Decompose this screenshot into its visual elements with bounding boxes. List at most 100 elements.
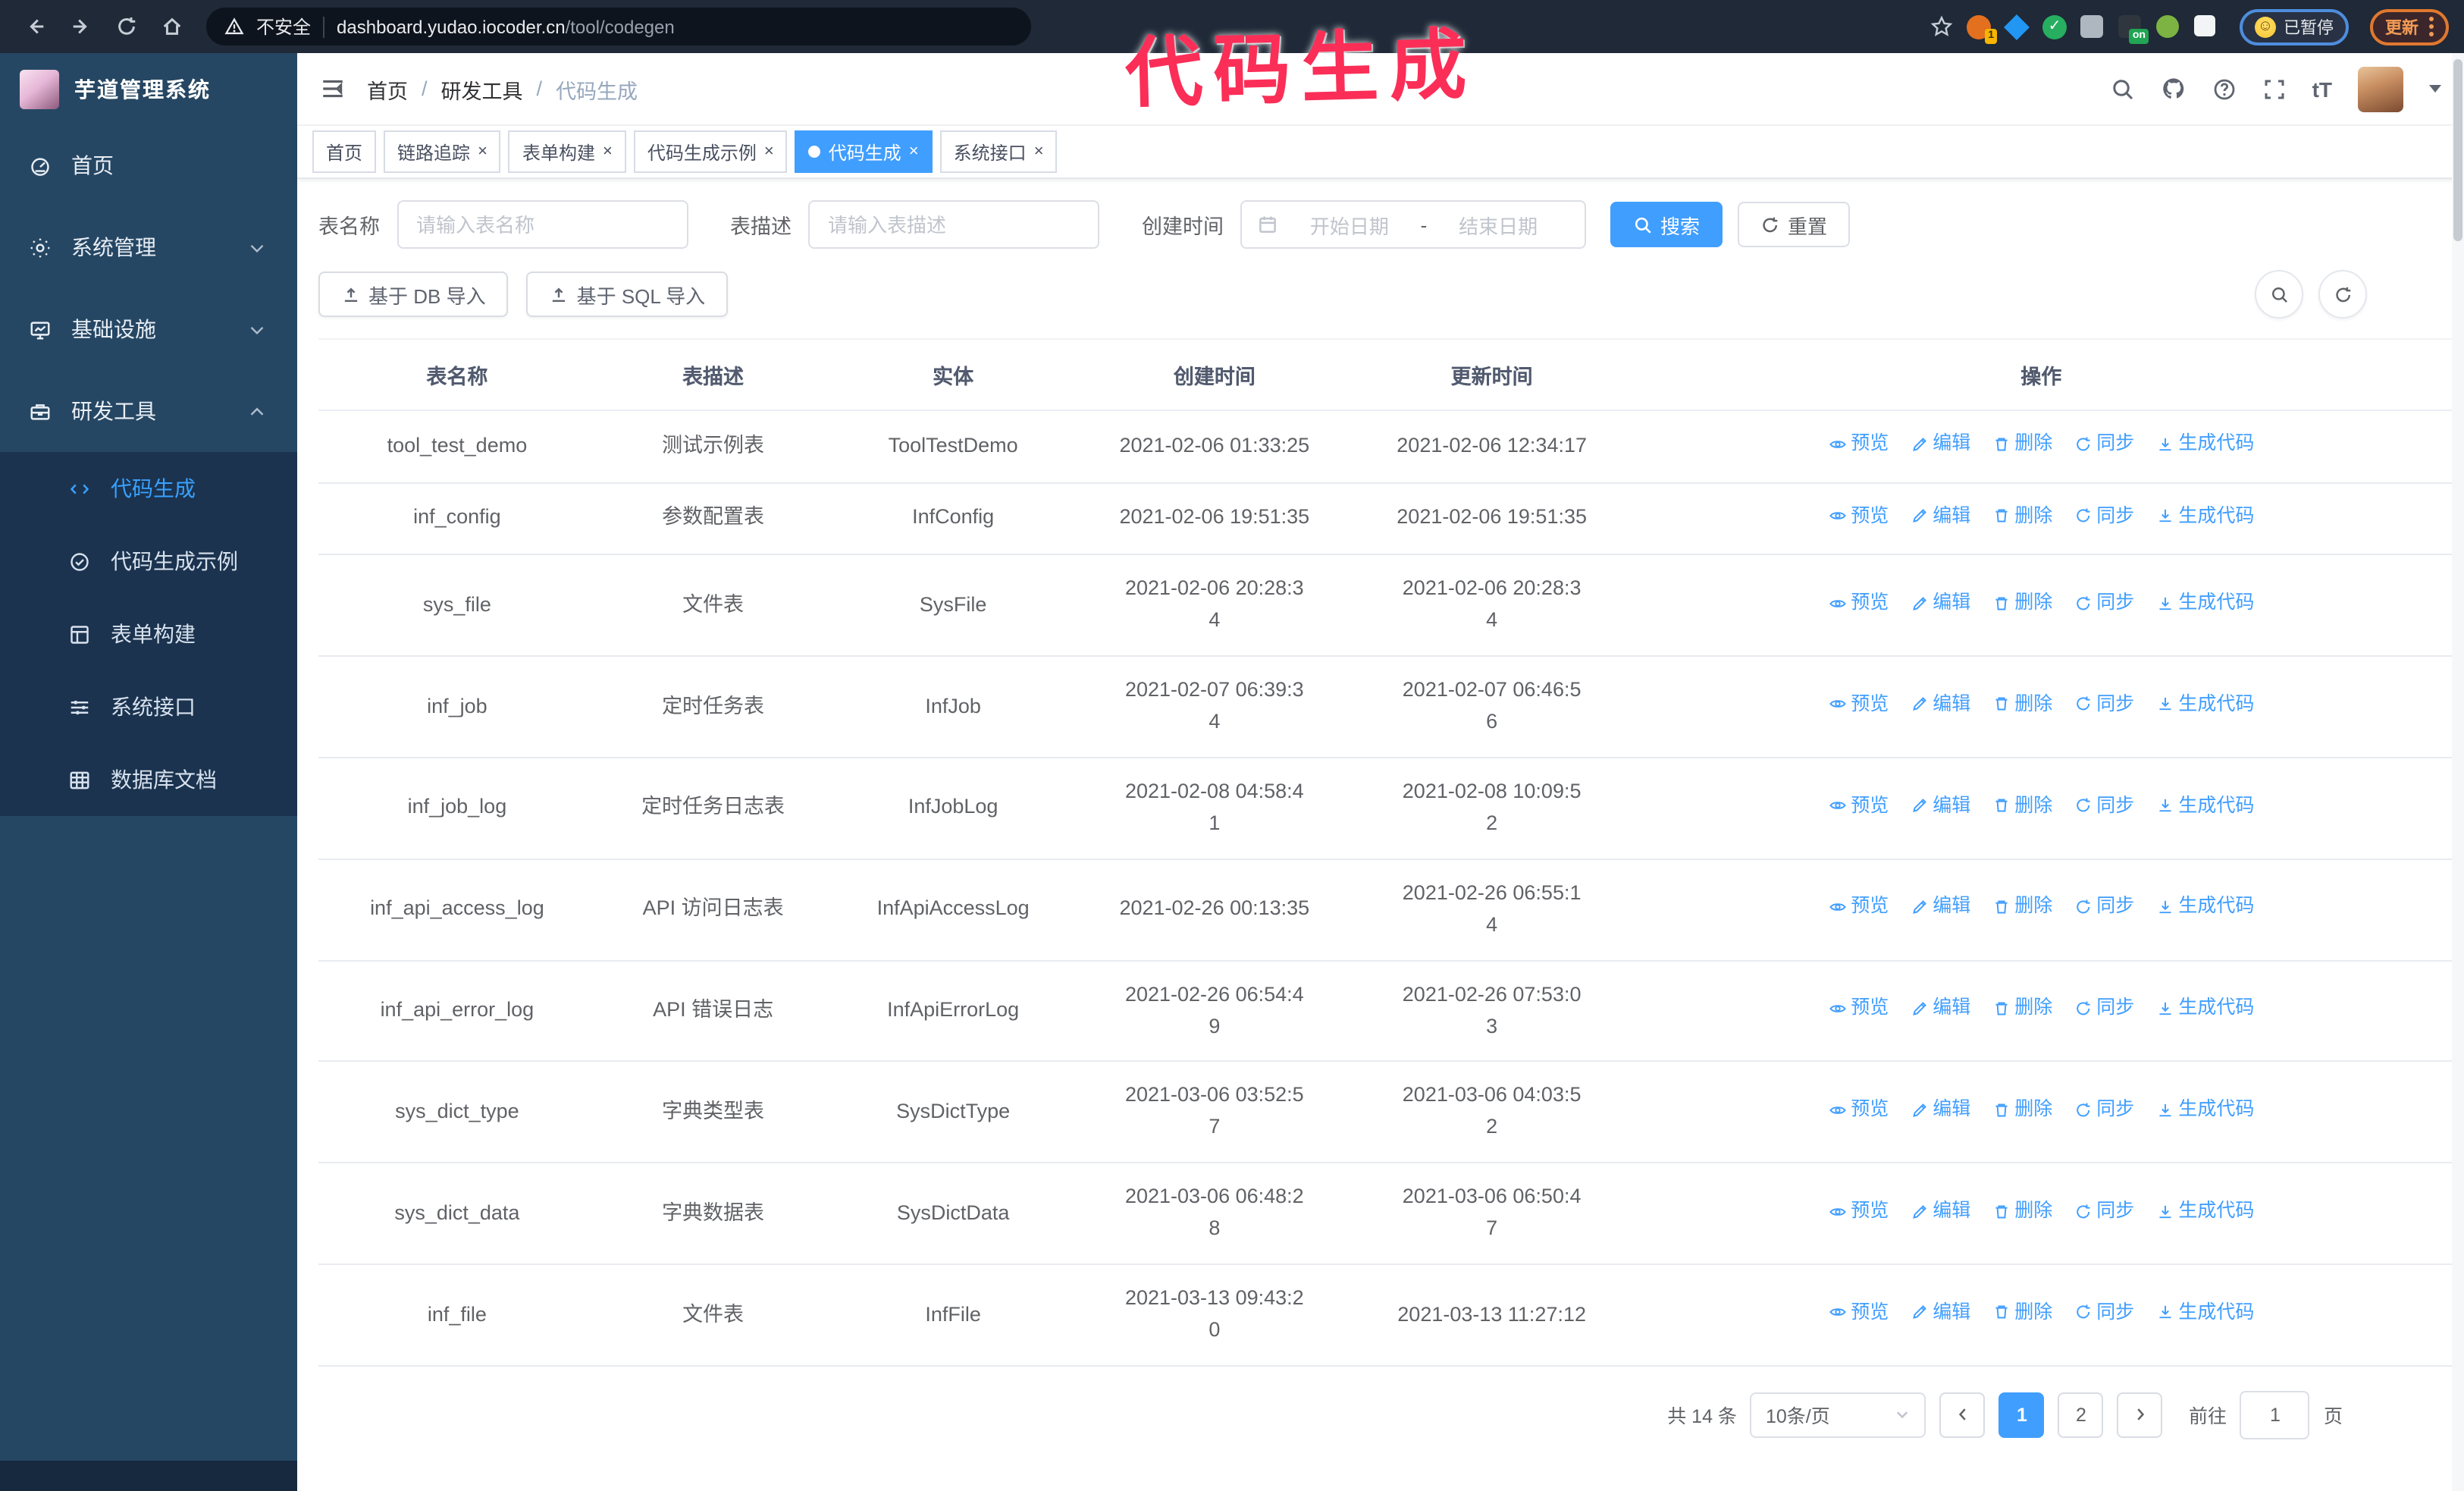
row-action-delete[interactable]: 删除: [1992, 589, 2052, 618]
breadcrumb-item[interactable]: 研发工具: [441, 74, 523, 104]
ext-green-check-icon[interactable]: ✓: [2042, 14, 2067, 39]
goto-page-input[interactable]: [2240, 1390, 2310, 1439]
font-size-icon[interactable]: tT: [2312, 77, 2332, 101]
row-action-sync[interactable]: 同步: [2074, 501, 2134, 531]
row-action-preview[interactable]: 预览: [1828, 791, 1889, 821]
row-action-sync[interactable]: 同步: [2074, 893, 2134, 922]
sidebar-item-form-builder[interactable]: 表单构建: [0, 598, 297, 670]
table-desc-input[interactable]: [808, 200, 1099, 249]
header-search-icon[interactable]: [2111, 77, 2135, 101]
sidebar-item-system-mgmt[interactable]: 系统管理: [0, 206, 297, 288]
home-icon[interactable]: [152, 7, 191, 46]
sidebar-item-infrastructure[interactable]: 基础设施: [0, 288, 297, 370]
ext-orange-icon[interactable]: 1: [1967, 14, 1997, 43]
row-action-preview[interactable]: 预览: [1828, 1095, 1889, 1125]
refresh-table-button[interactable]: [2318, 270, 2367, 319]
tab-codegen-example[interactable]: 代码生成示例 ×: [633, 130, 788, 173]
import-db-button[interactable]: 基于 DB 导入: [318, 272, 509, 317]
row-action-sync[interactable]: 同步: [2074, 993, 2134, 1023]
row-action-generate-code[interactable]: 生成代码: [2155, 893, 2254, 922]
prev-page-button[interactable]: [1939, 1392, 1986, 1438]
row-action-preview[interactable]: 预览: [1828, 429, 1889, 459]
next-page-button[interactable]: [2117, 1392, 2163, 1438]
toggle-search-button[interactable]: [2255, 270, 2303, 319]
reset-button[interactable]: 重置: [1738, 202, 1851, 247]
bookmark-star-icon[interactable]: [1921, 7, 1961, 46]
tab-tracing[interactable]: 链路追踪 ×: [384, 130, 501, 173]
row-action-delete[interactable]: 删除: [1992, 791, 2052, 821]
ext-puzzle-icon[interactable]: [2194, 14, 2218, 39]
row-action-sync[interactable]: 同步: [2074, 1095, 2134, 1125]
close-tab-icon[interactable]: ×: [478, 143, 487, 160]
row-action-edit[interactable]: 编辑: [1910, 791, 1970, 821]
date-range-picker[interactable]: 开始日期 - 结束日期: [1240, 200, 1586, 249]
row-action-delete[interactable]: 删除: [1992, 993, 2052, 1023]
row-action-generate-code[interactable]: 生成代码: [2155, 689, 2254, 719]
row-action-edit[interactable]: 编辑: [1910, 1197, 1970, 1226]
user-avatar[interactable]: [2358, 66, 2403, 111]
tab-home[interactable]: 首页: [312, 130, 377, 173]
tab-codegen[interactable]: 代码生成 ×: [795, 130, 933, 173]
end-date-placeholder[interactable]: 结束日期: [1459, 210, 1538, 239]
browser-menu-icon[interactable]: [2429, 17, 2434, 36]
row-action-edit[interactable]: 编辑: [1910, 501, 1970, 531]
browser-profile-chip[interactable]: ☺ 已暂停: [2240, 8, 2349, 45]
start-date-placeholder[interactable]: 开始日期: [1310, 210, 1389, 239]
sidebar-item-codegen-example[interactable]: 代码生成示例: [0, 525, 297, 598]
row-action-preview[interactable]: 预览: [1828, 1197, 1889, 1226]
search-button[interactable]: 搜索: [1610, 202, 1723, 247]
row-action-delete[interactable]: 删除: [1992, 501, 2052, 531]
row-action-delete[interactable]: 删除: [1992, 429, 2052, 459]
row-action-preview[interactable]: 预览: [1828, 993, 1889, 1023]
row-action-generate-code[interactable]: 生成代码: [2155, 791, 2254, 821]
row-action-preview[interactable]: 预览: [1828, 893, 1889, 922]
page-button-2[interactable]: 2: [2058, 1392, 2104, 1438]
row-action-generate-code[interactable]: 生成代码: [2155, 1298, 2254, 1327]
row-action-delete[interactable]: 删除: [1992, 1197, 2052, 1226]
row-action-preview[interactable]: 预览: [1828, 589, 1889, 618]
sidebar-item-system-api[interactable]: 系统接口: [0, 670, 297, 743]
close-tab-icon[interactable]: ×: [603, 143, 613, 160]
avatar-caret-icon[interactable]: [2429, 85, 2441, 93]
page-button-1[interactable]: 1: [1998, 1392, 2045, 1438]
fullscreen-icon[interactable]: [2262, 77, 2287, 101]
row-action-edit[interactable]: 编辑: [1910, 1095, 1970, 1125]
page-size-select[interactable]: 10条/页: [1750, 1392, 1926, 1438]
close-tab-icon[interactable]: ×: [764, 143, 774, 160]
tab-system-api[interactable]: 系统接口 ×: [939, 130, 1058, 173]
row-action-generate-code[interactable]: 生成代码: [2155, 993, 2254, 1023]
sidebar-item-home[interactable]: 首页: [0, 124, 297, 206]
ext-blue-diamond-icon[interactable]: [2004, 14, 2030, 39]
sidebar-item-codegen[interactable]: 代码生成: [0, 452, 297, 525]
row-action-delete[interactable]: 删除: [1992, 689, 2052, 719]
sidebar-item-db-doc[interactable]: 数据库文档: [0, 743, 297, 816]
row-action-edit[interactable]: 编辑: [1910, 689, 1970, 719]
row-action-sync[interactable]: 同步: [2074, 429, 2134, 459]
row-action-delete[interactable]: 删除: [1992, 893, 2052, 922]
row-action-preview[interactable]: 预览: [1828, 501, 1889, 531]
row-action-sync[interactable]: 同步: [2074, 689, 2134, 719]
back-icon[interactable]: [15, 7, 55, 46]
help-icon[interactable]: [2212, 77, 2237, 101]
github-icon[interactable]: [2161, 76, 2187, 102]
row-action-sync[interactable]: 同步: [2074, 791, 2134, 821]
row-action-edit[interactable]: 编辑: [1910, 1298, 1970, 1327]
row-action-delete[interactable]: 删除: [1992, 1298, 2052, 1327]
row-action-sync[interactable]: 同步: [2074, 1197, 2134, 1226]
close-tab-icon[interactable]: ×: [1034, 143, 1044, 160]
row-action-generate-code[interactable]: 生成代码: [2155, 429, 2254, 459]
scrollbar-thumb[interactable]: [2453, 59, 2462, 241]
row-action-delete[interactable]: 删除: [1992, 1095, 2052, 1125]
reload-icon[interactable]: [106, 7, 146, 46]
forward-icon[interactable]: [61, 7, 100, 46]
browser-update-button[interactable]: 更新: [2370, 8, 2449, 45]
address-bar[interactable]: 不安全 dashboard.yudao.iocoder.cn/tool/code…: [206, 8, 1031, 46]
row-action-preview[interactable]: 预览: [1828, 689, 1889, 719]
row-action-edit[interactable]: 编辑: [1910, 893, 1970, 922]
sidebar-item-dev-tools[interactable]: 研发工具: [0, 370, 297, 452]
row-action-generate-code[interactable]: 生成代码: [2155, 501, 2254, 531]
table-name-input[interactable]: [397, 200, 688, 249]
import-sql-button[interactable]: 基于 SQL 导入: [526, 272, 729, 317]
row-action-generate-code[interactable]: 生成代码: [2155, 1095, 2254, 1125]
row-action-generate-code[interactable]: 生成代码: [2155, 589, 2254, 618]
